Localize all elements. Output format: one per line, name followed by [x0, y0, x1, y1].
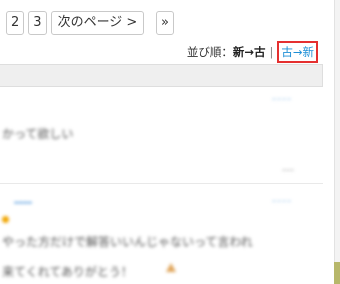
sort-order-controls: 並び順： 新→古 | 古→新 [186, 41, 318, 63]
comment-tag: ｰｰｰｰ [272, 95, 292, 104]
sort-oldest-first-link[interactable]: 古→新 [277, 41, 318, 63]
scrollbar[interactable] [334, 0, 340, 284]
comment-text: かって欲しい [2, 127, 74, 141]
last-page-button[interactable]: » [156, 11, 174, 35]
scrollbar-thumb[interactable] [334, 262, 340, 284]
page-3-button[interactable]: 3 [28, 11, 47, 35]
section-bar [0, 64, 323, 87]
sort-newest-first: 新→古 [232, 45, 266, 59]
pagination: 2 3 次のページ > » [6, 11, 174, 35]
comment-text-line-1: やった方だけで解答いいんじゃないって言われ [2, 235, 253, 249]
sort-label: 並び順： [186, 45, 233, 59]
warning-emoji-icon [166, 263, 176, 272]
comment-meta: ｰｰｰ [282, 166, 294, 175]
next-page-button[interactable]: 次のページ > [50, 11, 145, 35]
sort-separator: | [269, 45, 274, 59]
comment-tag: ｰｰｰｰ [272, 197, 292, 206]
page-2-button[interactable]: 2 [6, 11, 25, 35]
comment-list: ｰｰｰｰ かって欲しい ｰｰｰ ｰｰｰｰ ｰｰｰｰ やった方だけで解答いいんじゃ… [0, 87, 323, 284]
commenter-name[interactable]: ｰｰｰｰ [14, 196, 32, 209]
emoji-icon [2, 216, 9, 223]
comment-text-line-2: 来てくれてありがとう！ [2, 265, 133, 279]
comment-divider [0, 183, 323, 184]
